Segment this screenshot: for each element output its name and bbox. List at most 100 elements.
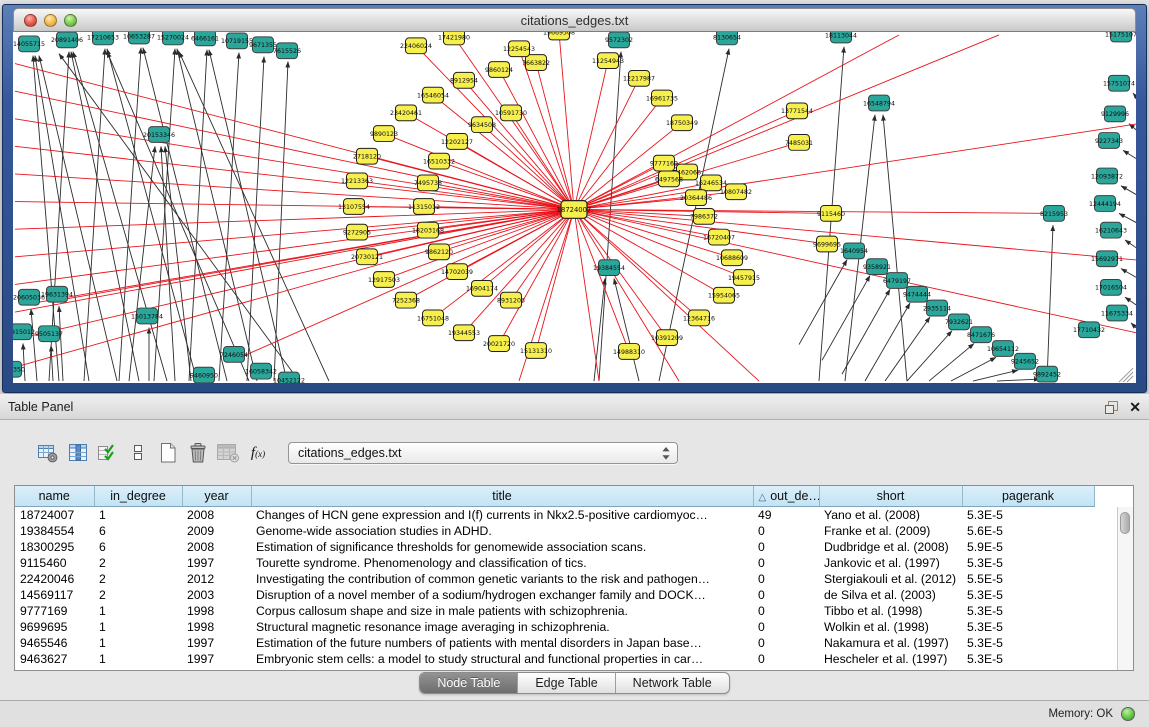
float-panel-button[interactable] [1104,400,1119,415]
graph-node[interactable]: 16720407 [703,229,735,245]
graph-node[interactable]: 12364716 [683,310,715,326]
graph-node[interactable]: 12217987 [623,70,655,86]
graph-node[interactable]: 19457915 [728,270,760,286]
graph-node[interactable]: 9358921 [863,259,891,275]
table-selector-dropdown[interactable]: citations_edges.txt [288,442,678,464]
graph-node[interactable]: 16904174 [466,280,498,296]
graph-node[interactable]: 10654112 [987,341,1019,357]
table-row[interactable]: 1830029562008Estimation of significance … [15,539,1119,555]
graph-node[interactable]: 14988310 [613,344,645,360]
graph-node[interactable]: 6466161 [191,32,219,46]
graph-node[interactable]: 15270024 [157,32,189,45]
graph-node[interactable]: 6479197 [883,273,911,289]
graph-node[interactable]: 7485031 [785,135,813,151]
function-builder-button[interactable]: f(x) [246,440,270,466]
column-header-pagerank[interactable]: pagerank [962,486,1094,507]
table-row[interactable]: 1938455462009Genome-wide association stu… [15,523,1119,539]
graph-node[interactable]: 8821350 [13,361,25,377]
graph-node[interactable]: 20891406 [51,32,83,48]
graph-node[interactable]: 7252368 [392,292,420,308]
graph-node[interactable]: 9474444 [903,286,931,302]
graph-node[interactable]: 19631394 [41,286,73,302]
graph-node[interactable]: 8471676 [967,327,995,343]
graph-node[interactable]: 15131310 [520,343,552,359]
graph-node[interactable]: 11254943 [592,53,624,69]
column-header-short[interactable]: short [819,486,962,507]
select-column-button[interactable] [66,440,90,466]
graph-node[interactable]: 8130654 [713,32,741,45]
close-window-button[interactable] [24,14,37,27]
graph-node[interactable]: 23420461 [390,105,422,121]
graph-node[interactable]: 6497568 [655,171,683,187]
graph-node[interactable]: 9634508 [468,117,496,133]
graph-node[interactable]: 20021720 [483,336,515,352]
graph-node[interactable]: 12917503 [368,272,400,288]
graph-node[interactable]: 11675334 [1101,305,1133,321]
window-titlebar[interactable]: citations_edges.txt [13,8,1136,32]
graph-node[interactable]: 9699695 [813,236,841,252]
graph-node[interactable]: 7986372 [690,208,718,224]
new-table-button[interactable] [156,440,180,466]
graph-node[interactable]: 1640954 [840,243,868,259]
scrollbar-thumb[interactable] [1120,512,1130,534]
graph-node[interactable]: 16546054 [417,87,449,103]
graph-node[interactable]: 18113044 [825,32,857,43]
graph-node[interactable]: 13771544 [781,103,813,119]
graph-node[interactable]: 16548794 [863,95,895,111]
graph-node[interactable]: 16210643 [1095,222,1127,238]
graph-node[interactable]: 19344553 [448,325,480,341]
network-canvas[interactable]: 1405571520891406172106531065328715270024… [13,32,1136,383]
graph-node[interactable]: 15751074 [1103,75,1135,91]
column-header-out_de[interactable]: △out_de… [753,486,819,507]
graph-node[interactable]: 9505137 [35,326,63,342]
graph-node[interactable]: 9245652 [1011,353,1039,369]
clear-selection-button[interactable] [126,440,150,466]
select-all-button[interactable] [96,440,120,466]
graph-node[interactable]: 7246054 [220,347,248,363]
graph-node[interactable]: 18750349 [666,115,698,131]
table-row[interactable]: 969969511998Structural magnetic resonanc… [15,619,1119,635]
minimize-window-button[interactable] [44,14,57,27]
table-row[interactable]: 977716911998Corpus callosum shape and si… [15,603,1119,619]
graph-node[interactable]: 17710432 [1073,322,1105,338]
graph-node[interactable]: 9860124 [485,62,513,78]
table-row[interactable]: 946554611997Estimation of the future num… [15,635,1119,651]
graph-node[interactable]: 10688609 [716,250,748,266]
graph-node[interactable]: 17210653 [87,32,119,45]
column-header-year[interactable]: year [182,486,251,507]
graph-node[interactable]: 15175107 [1105,32,1136,42]
graph-node[interactable]: 9915012 [13,324,35,340]
graph-node[interactable]: 20364486 [680,190,712,206]
column-header-title[interactable]: title [251,486,753,507]
graph-node[interactable]: 13107554 [338,199,370,215]
graph-node[interactable]: 17016504 [1095,279,1127,295]
graph-node[interactable]: 8215953 [1040,206,1068,222]
tab-node-table[interactable]: Node Table [420,673,518,693]
graph-node[interactable]: 7615526 [273,43,301,59]
table-row[interactable]: 2242004622012Investigating the contribut… [15,571,1119,587]
close-panel-button[interactable]: ✕ [1129,400,1141,414]
graph-node[interactable]: 18724007 [557,201,592,219]
table-row[interactable]: 1872400712008Changes of HCN gene express… [15,507,1119,524]
graph-node[interactable]: 19669508 [543,32,575,40]
graph-node[interactable]: 2935114 [923,300,951,316]
graph-node[interactable]: 12093872 [1091,168,1123,184]
graph-node[interactable]: 15954065 [708,287,740,303]
column-header-in_degree[interactable]: in_degree [94,486,182,507]
graph-node[interactable]: 8931203 [497,292,525,308]
graph-node[interactable]: 10452122 [273,372,305,383]
graph-node[interactable]: 10653287 [123,32,155,44]
graph-node[interactable]: 9890123 [370,126,398,142]
graph-node[interactable]: 15692971 [1091,251,1123,267]
graph-node[interactable]: 10591730 [495,105,527,121]
tab-edge-table[interactable]: Edge Table [518,673,615,693]
graph-node[interactable]: 9129996 [1101,106,1129,122]
graph-node[interactable]: 9227343 [1095,133,1123,149]
graph-node[interactable]: 9460950 [190,367,218,383]
table-row[interactable]: 911546021997Tourette syndrome. Phenomeno… [15,555,1119,571]
graph-node[interactable]: 16510332 [423,153,455,169]
table-row[interactable]: 1456911722003Disruption of a novel membe… [15,587,1119,603]
graph-node[interactable]: 9862120 [425,244,453,260]
graph-node[interactable]: 22406024 [400,38,432,54]
import-table-button-disabled[interactable] [216,440,240,466]
